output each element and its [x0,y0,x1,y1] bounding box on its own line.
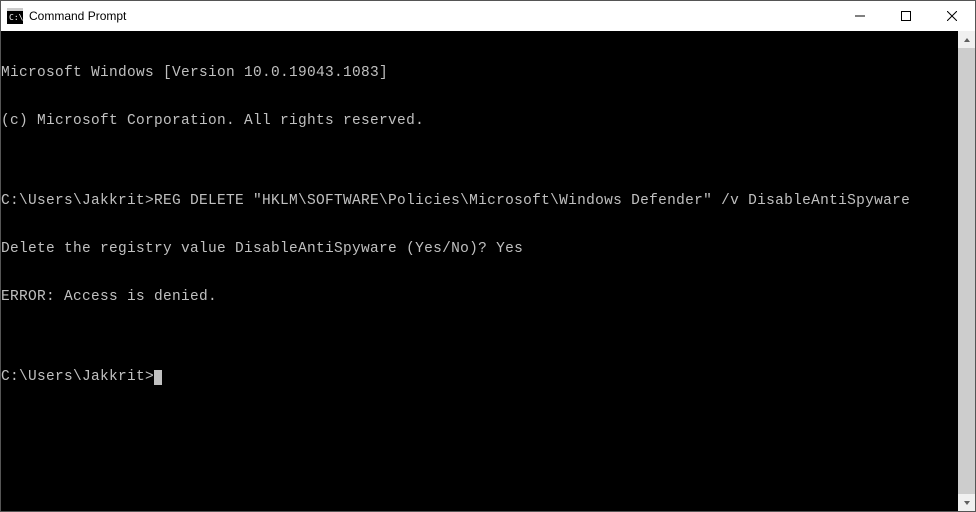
terminal-area: Microsoft Windows [Version 10.0.19043.10… [1,31,975,511]
scroll-down-button[interactable] [958,494,975,511]
maximize-button[interactable] [883,1,929,31]
terminal-prompt-line: C:\Users\Jakkrit> [1,369,958,385]
terminal-line: C:\Users\Jakkrit>REG DELETE "HKLM\SOFTWA… [1,193,958,209]
svg-text:C:\: C:\ [9,13,23,22]
command-prompt-window: C:\ Command Prompt Microsoft Windows [Ve… [0,0,976,512]
titlebar[interactable]: C:\ Command Prompt [1,1,975,31]
cmd-icon: C:\ [7,8,23,24]
cursor [154,370,162,385]
close-button[interactable] [929,1,975,31]
window-title: Command Prompt [29,9,837,23]
scroll-up-button[interactable] [958,31,975,48]
terminal-line: Delete the registry value DisableAntiSpy… [1,241,958,257]
terminal-line: Microsoft Windows [Version 10.0.19043.10… [1,65,958,81]
terminal-prompt: C:\Users\Jakkrit> [1,369,154,385]
terminal-line: (c) Microsoft Corporation. All rights re… [1,113,958,129]
vertical-scrollbar[interactable] [958,31,975,511]
terminal-line: ERROR: Access is denied. [1,289,958,305]
scroll-track[interactable] [958,48,975,494]
terminal-output[interactable]: Microsoft Windows [Version 10.0.19043.10… [1,31,958,511]
scroll-thumb[interactable] [958,48,975,494]
minimize-button[interactable] [837,1,883,31]
window-controls [837,1,975,31]
